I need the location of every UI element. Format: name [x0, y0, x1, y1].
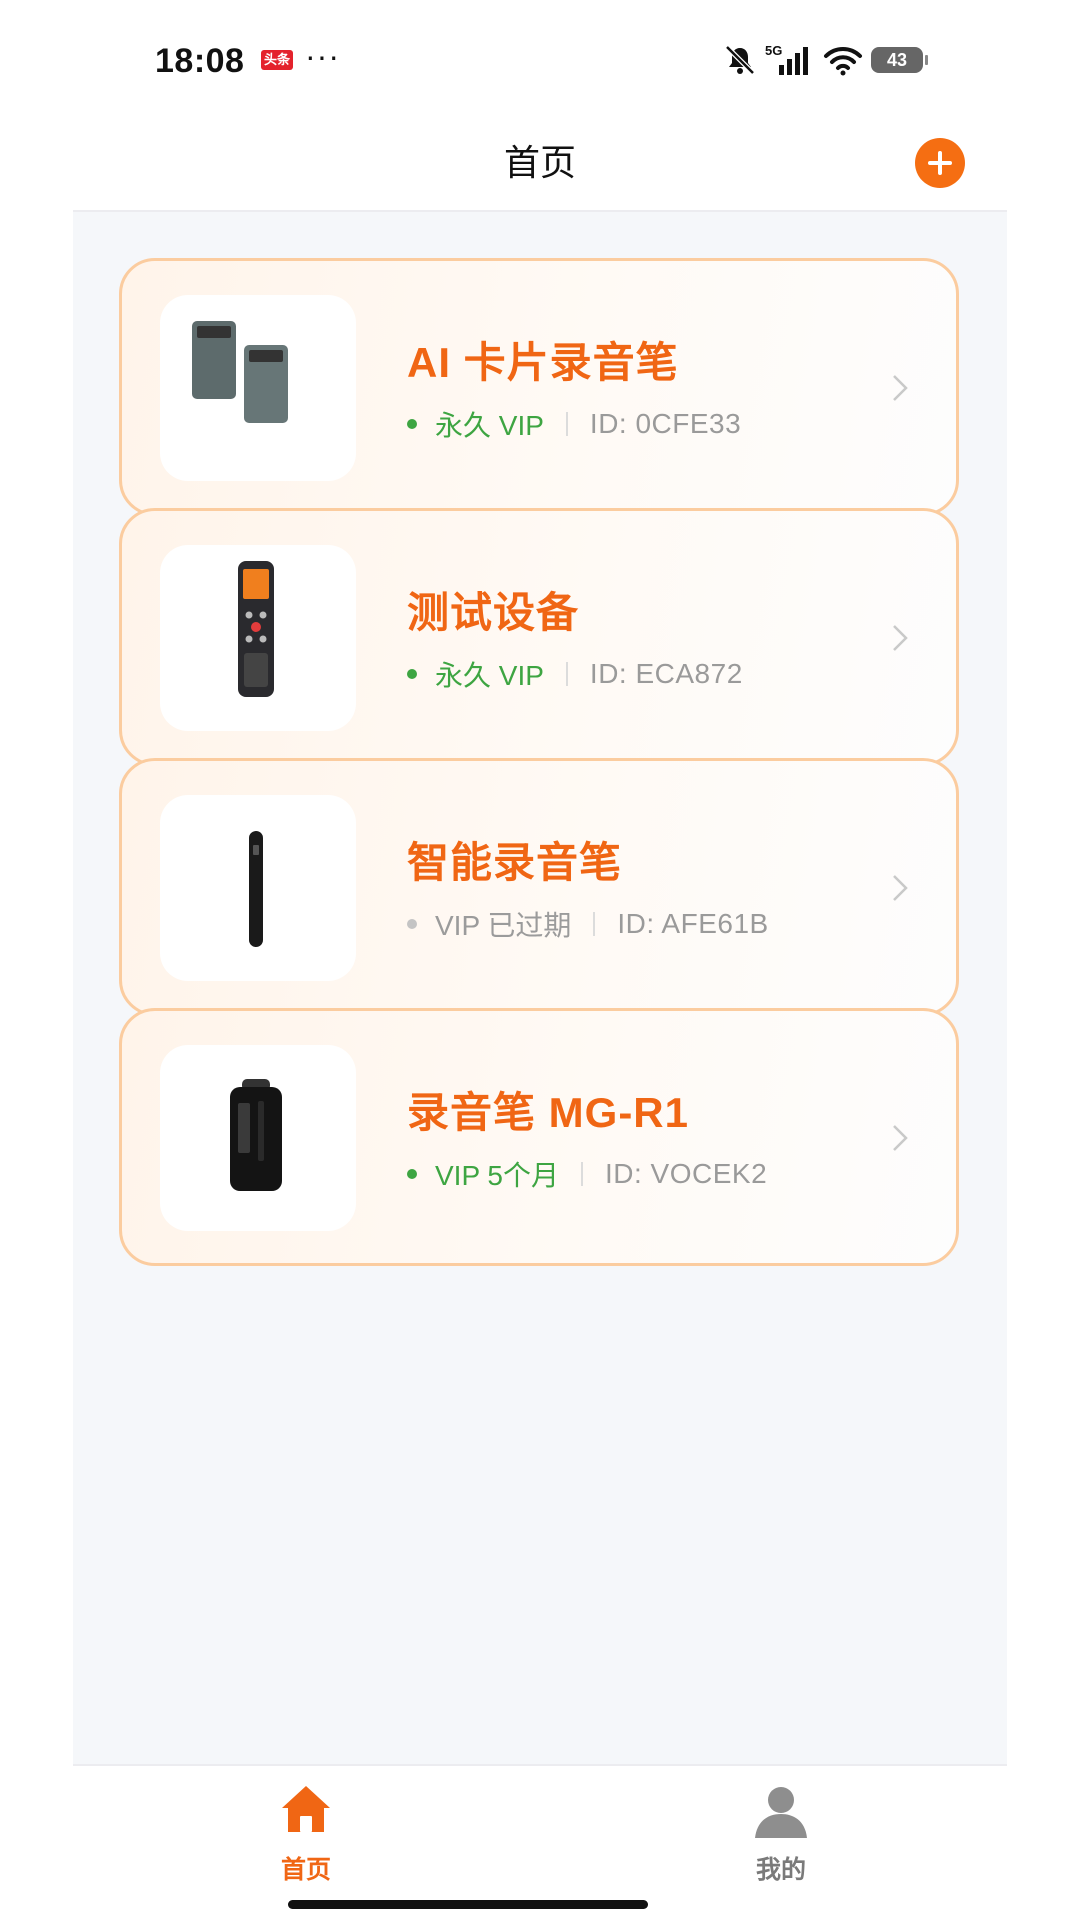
device-card[interactable]: 测试设备 永久 VIP ID: ECA872 [119, 508, 959, 766]
cellular-signal-icon: 5G [765, 43, 815, 77]
device-meta: 永久 VIP ID: ECA872 [407, 657, 743, 691]
device-id: ID: AFE61B [617, 908, 769, 939]
chevron-right-icon [893, 875, 908, 901]
wifi-icon [824, 46, 862, 76]
pen-recorder-image [249, 831, 263, 947]
silent-bell-icon [725, 45, 755, 75]
app-screen: 18:08 头条 ··· 5G 43 首页 AI 卡片录音笔 永久 VIP ID… [73, 0, 1007, 1922]
divider [580, 1162, 583, 1186]
tab-bar: 首页 我的 [73, 1764, 1007, 1922]
status-time: 18:08 [155, 42, 245, 80]
device-thumbnail [160, 545, 356, 731]
vip-status: 永久 VIP [435, 410, 544, 441]
status-bar: 18:08 头条 ··· 5G 43 [73, 30, 1007, 90]
device-meta: VIP 5个月 ID: VOCEK2 [407, 1157, 767, 1191]
nav-header: 首页 [73, 100, 1007, 212]
device-thumbnail [160, 795, 356, 981]
status-dot-icon [407, 1169, 417, 1179]
tab-label: 首页 [280, 1856, 331, 1884]
device-name: 测试设备 [407, 589, 580, 636]
divider [565, 662, 568, 686]
battery-indicator: 43 [871, 47, 928, 73]
status-dot-icon [407, 419, 417, 429]
user-icon [755, 1787, 807, 1838]
divider [593, 912, 596, 936]
device-thumbnail [160, 295, 356, 481]
clip-recorder-image [230, 1079, 282, 1191]
chevron-right-icon [893, 1125, 908, 1151]
home-icon [282, 1786, 330, 1832]
device-id: ID: VOCEK2 [604, 1158, 768, 1189]
vip-status: 永久 VIP [435, 660, 544, 691]
device-meta: 永久 VIP ID: 0CFE33 [407, 407, 741, 441]
device-id: ID: ECA872 [589, 658, 743, 689]
page-title: 首页 [503, 142, 576, 183]
news-app-badge: 头条 [261, 50, 293, 70]
tab-mine[interactable]: 我的 [711, 1774, 851, 1884]
device-id: ID: 0CFE33 [589, 408, 742, 439]
card-recorder-image [192, 321, 288, 423]
device-name: 录音笔 MG-R1 [407, 1089, 690, 1136]
vip-status: VIP 已过期 [435, 910, 572, 941]
device-name: 智能录音笔 [407, 839, 623, 886]
more-notifications-icon: ··· [305, 38, 340, 74]
home-indicator[interactable] [288, 1900, 648, 1909]
device-list: AI 卡片录音笔 永久 VIP ID: 0CFE33 测试设备 永久 VIP I… [73, 212, 1007, 1764]
tab-home[interactable]: 首页 [236, 1774, 376, 1884]
chevron-right-icon [893, 375, 908, 401]
device-meta: VIP 已过期 ID: AFE61B [407, 907, 769, 941]
status-icons: 5G 43 [723, 40, 928, 80]
device-thumbnail [160, 1045, 356, 1231]
device-card[interactable]: 录音笔 MG-R1 VIP 5个月 ID: VOCEK2 [119, 1008, 959, 1266]
tab-label: 我的 [755, 1856, 806, 1884]
divider [565, 412, 568, 436]
device-card[interactable]: 智能录音笔 VIP 已过期 ID: AFE61B [119, 758, 959, 1016]
status-dot-icon [407, 919, 417, 929]
voice-recorder-image [238, 561, 274, 697]
chevron-right-icon [893, 625, 908, 651]
status-dot-icon [407, 669, 417, 679]
device-card[interactable]: AI 卡片录音笔 永久 VIP ID: 0CFE33 [119, 258, 959, 516]
vip-status: VIP 5个月 [435, 1160, 559, 1191]
device-name: AI 卡片录音笔 [407, 339, 679, 386]
add-device-button[interactable] [915, 138, 965, 188]
